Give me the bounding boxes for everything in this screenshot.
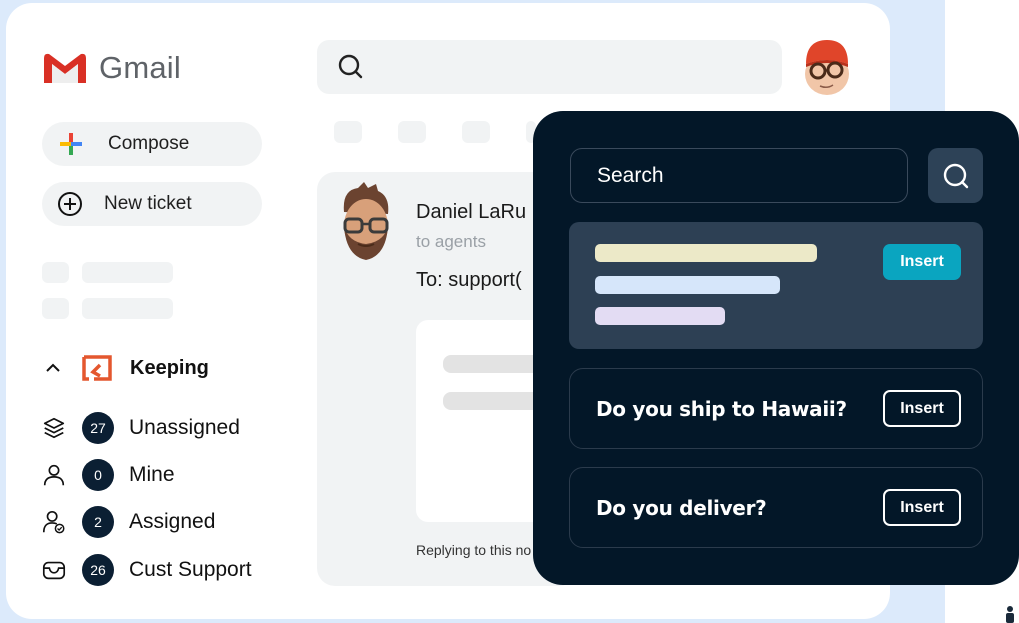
placeholder-icon bbox=[42, 262, 69, 283]
sidebar-item-mine[interactable]: 0 Mine bbox=[40, 459, 175, 491]
insert-button[interactable]: Insert bbox=[883, 244, 961, 280]
count-badge: 0 bbox=[82, 459, 114, 491]
mail-search-input[interactable] bbox=[317, 40, 782, 94]
placeholder-label bbox=[82, 262, 173, 283]
compose-label: Compose bbox=[108, 133, 190, 154]
search-placeholder: Search bbox=[597, 163, 664, 187]
placeholder-label bbox=[82, 298, 173, 319]
user-check-icon bbox=[40, 508, 68, 536]
recipient-note: to agents bbox=[416, 232, 486, 251]
keeping-label: Keeping bbox=[130, 356, 209, 379]
keeping-section-header[interactable]: Keeping bbox=[44, 355, 209, 381]
sender-name: Daniel LaRu bbox=[416, 201, 527, 223]
search-icon bbox=[338, 54, 363, 79]
insert-button[interactable]: Insert bbox=[883, 390, 961, 427]
text-placeholder-bar bbox=[595, 244, 817, 262]
compose-button[interactable]: Compose bbox=[42, 122, 262, 166]
sidebar-item-assigned[interactable]: 2 Assigned bbox=[40, 506, 215, 538]
toolbar-placeholder[interactable] bbox=[398, 121, 426, 143]
toolbar-placeholder[interactable] bbox=[462, 121, 490, 143]
stage: Gmail Compose New ticket Keeping 27 Unas… bbox=[0, 0, 1019, 623]
plus-circle-icon bbox=[58, 192, 82, 216]
sidebar-item-unassigned[interactable]: 27 Unassigned bbox=[40, 412, 240, 444]
result-item[interactable]: Do you ship to Hawaii? Insert bbox=[569, 368, 983, 449]
sidebar-item-label: Mine bbox=[129, 463, 175, 486]
gmail-logo[interactable]: Gmail bbox=[41, 50, 181, 86]
result-question: Do you ship to Hawaii? bbox=[596, 396, 847, 421]
new-ticket-label: New ticket bbox=[104, 193, 192, 214]
text-placeholder-bar bbox=[595, 307, 725, 325]
insert-button[interactable]: Insert bbox=[883, 489, 961, 526]
gmail-m-icon bbox=[44, 53, 86, 83]
count-badge: 2 bbox=[82, 506, 114, 538]
person-figure-icon bbox=[1006, 606, 1014, 623]
app-title: Gmail bbox=[99, 50, 181, 85]
keeping-logo-icon bbox=[82, 355, 112, 381]
plus-icon bbox=[60, 133, 82, 155]
to-address: To: support( bbox=[416, 269, 522, 291]
sidebar-item-label: Assigned bbox=[129, 510, 216, 533]
toolbar-placeholder[interactable] bbox=[334, 121, 362, 143]
text-placeholder-bar bbox=[595, 276, 780, 294]
layers-icon bbox=[40, 414, 68, 442]
sidebar-item-label: Unassigned bbox=[129, 416, 240, 439]
sidebar-item-label: Cust Support bbox=[129, 558, 252, 581]
search-icon bbox=[943, 163, 968, 188]
result-question: Do you deliver? bbox=[596, 495, 767, 520]
new-ticket-button[interactable]: New ticket bbox=[42, 182, 262, 226]
sidebar-item-cust-support[interactable]: 26 Cust Support bbox=[40, 554, 252, 586]
sender-avatar bbox=[343, 182, 389, 260]
panel-search-input[interactable]: Search bbox=[570, 148, 908, 203]
result-item[interactable]: Do you deliver? Insert bbox=[569, 467, 983, 548]
user-icon bbox=[40, 461, 68, 489]
panel-search-button[interactable] bbox=[928, 148, 983, 203]
inbox-icon bbox=[40, 556, 68, 584]
count-badge: 26 bbox=[82, 554, 114, 586]
placeholder-icon bbox=[42, 298, 69, 319]
user-avatar[interactable] bbox=[800, 36, 854, 98]
replying-note: Replying to this no bbox=[416, 542, 532, 558]
chevron-up-icon[interactable] bbox=[44, 359, 62, 377]
count-badge: 27 bbox=[82, 412, 114, 444]
